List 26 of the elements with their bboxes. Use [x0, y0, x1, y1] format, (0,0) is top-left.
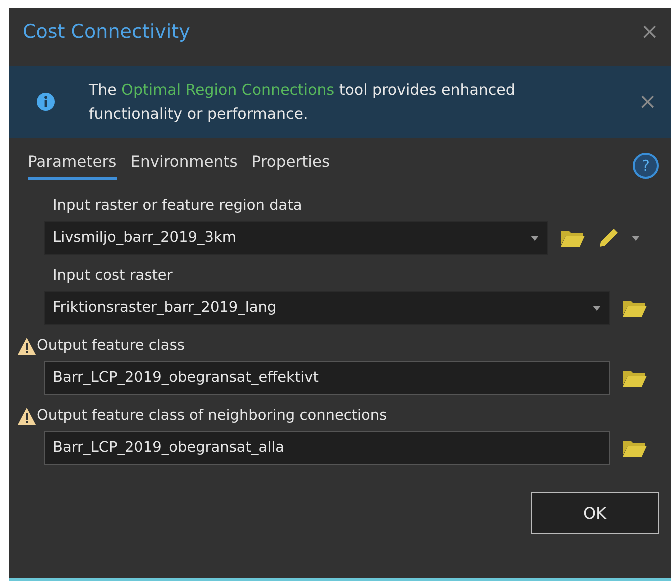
tool-link[interactable]: Optimal Region Connections — [122, 81, 335, 99]
pencil-icon[interactable] — [598, 227, 620, 249]
parameter-label: Output feature class — [37, 338, 185, 354]
tab[interactable]: Properties — [252, 152, 330, 180]
ok-button[interactable]: OK — [531, 492, 659, 534]
parameter-label: Input raster or feature region data — [53, 198, 302, 214]
close-icon[interactable]: × — [640, 20, 659, 44]
info-icon — [37, 93, 55, 111]
window-title: Cost Connectivity — [23, 21, 190, 43]
dropdown-field[interactable]: Friktionsraster_barr_2019_lang — [44, 291, 610, 325]
folder-icon[interactable] — [622, 298, 648, 318]
tab[interactable]: Parameters — [28, 152, 117, 180]
parameter-label: Output feature class of neighboring connections — [37, 408, 388, 424]
caret-icon[interactable] — [531, 236, 539, 240]
tab[interactable]: Environments — [130, 152, 238, 180]
parameter-label: Input cost raster — [53, 268, 173, 284]
folder-icon[interactable] — [622, 368, 648, 388]
dropdown-field[interactable]: Livsmiljo_barr_2019_3km — [44, 221, 548, 255]
caret-icon[interactable] — [593, 306, 601, 310]
input-field[interactable]: Barr_LCP_2019_obegransat_alla — [44, 431, 610, 465]
info-message: The Optimal Region Connections tool provides enhanced functionality or performance. — [88, 80, 516, 125]
input-field[interactable]: Barr_LCP_2019_obegransat_effektivt — [44, 361, 610, 395]
caret-icon[interactable] — [632, 236, 640, 240]
folder-icon[interactable] — [622, 438, 648, 458]
folder-icon[interactable] — [560, 228, 586, 248]
help-icon[interactable]: ? — [633, 153, 659, 179]
